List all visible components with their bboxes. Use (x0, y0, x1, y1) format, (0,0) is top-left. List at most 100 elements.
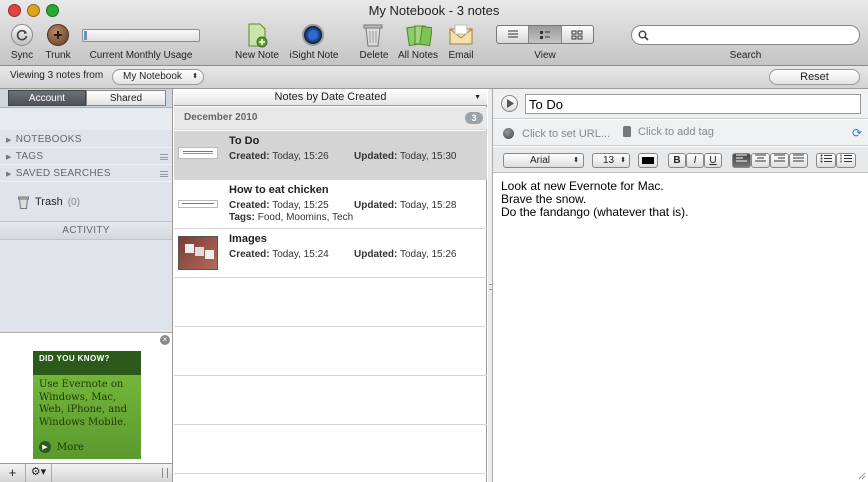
resize-grip-icon[interactable] (856, 470, 866, 480)
close-ad-icon[interactable]: × (160, 335, 170, 345)
add-button[interactable]: + (0, 464, 26, 482)
note-thumbnail (178, 200, 218, 208)
note-title-input[interactable] (525, 94, 861, 114)
font-size-selector[interactable]: 13 ⬍ (592, 153, 630, 168)
list-view-button[interactable] (497, 26, 530, 43)
created-label: Created: (229, 151, 270, 162)
drag-handle-icon[interactable] (160, 154, 168, 160)
align-center-icon (755, 154, 766, 162)
sync-icon (16, 29, 28, 41)
isight-note-button[interactable] (302, 24, 324, 46)
search-input[interactable] (652, 28, 852, 42)
chevron-down-icon: ▼ (474, 94, 481, 101)
note-created: Created: Today, 15:25 (229, 200, 329, 211)
delete-button[interactable] (363, 23, 383, 48)
close-window-button[interactable] (8, 4, 21, 17)
zoom-window-button[interactable] (46, 4, 59, 17)
updated-value: Today, 15:30 (399, 151, 457, 162)
tab-shared[interactable]: Shared (86, 90, 166, 106)
align-right-button[interactable] (770, 153, 789, 168)
viewing-label: Viewing 3 notes from (10, 70, 104, 81)
tag-icon (623, 126, 631, 137)
justify-icon (793, 154, 804, 162)
bullet-list-button[interactable] (816, 153, 836, 168)
trunk-button[interactable] (47, 24, 69, 46)
note-body[interactable]: Look at new Evernote for Mac. Brave the … (501, 180, 861, 219)
section-label: NOTEBOOKS (15, 134, 82, 145)
underline-button[interactable]: U (704, 153, 722, 168)
minimize-window-button[interactable] (27, 4, 40, 17)
note-row-how-to-eat-chicken[interactable]: How to eat chicken Created: Today, 15:25… (174, 180, 487, 229)
usage-bar (82, 29, 200, 42)
text-color-button[interactable] (638, 153, 658, 168)
disclosure-triangle-icon: ▶ (6, 137, 12, 144)
disclosure-triangle-icon: ▶ (6, 171, 12, 178)
plus-icon (54, 31, 62, 39)
expand-note-button[interactable] (501, 95, 518, 112)
tags-value: Food, Moomins, Tech (257, 212, 354, 223)
justify-button[interactable] (789, 153, 808, 168)
format-toolbar: Arial ⬍ 13 ⬍ B I U (493, 147, 868, 173)
notebook-selector[interactable]: My Notebook ⬍ (112, 69, 204, 85)
isight-note-label: iSight Note (289, 50, 339, 61)
sidebar-section-saved-searches[interactable]: ▶ SAVED SEARCHES (0, 165, 172, 182)
splitter-grip-icon (489, 284, 492, 290)
view-segmented-control (496, 25, 594, 44)
bullet-list-icon (820, 154, 832, 163)
activity-header[interactable]: ACTIVITY (0, 221, 172, 240)
note-row-images[interactable]: Images Created: Today, 15:24 Updated: To… (174, 229, 487, 278)
sort-selector[interactable]: Notes by Date Created ▼ (174, 89, 487, 106)
sidebar-section-notebooks[interactable]: ▶ NOTEBOOKS (0, 131, 172, 148)
note-created: Created: Today, 15:24 (229, 249, 329, 260)
bold-button[interactable]: B (668, 153, 686, 168)
drag-handle-icon[interactable] (160, 171, 168, 177)
note-body-line: Do the fandango (whatever that is). (501, 205, 689, 219)
created-label: Created: (229, 200, 270, 211)
ad-banner[interactable]: DID YOU KNOW? Use Evernote on Windows, M… (33, 351, 141, 459)
new-note-icon (248, 23, 268, 48)
italic-button[interactable]: I (686, 153, 704, 168)
globe-icon (503, 128, 514, 139)
tab-account[interactable]: Account (8, 90, 86, 106)
new-note-button[interactable] (246, 23, 268, 48)
font-selector[interactable]: Arial ⬍ (503, 153, 584, 168)
group-label: December 2010 (184, 112, 258, 123)
updown-chevron-icon: ⬍ (192, 73, 198, 80)
sidebar-item-trash[interactable]: Trash (0) (18, 194, 158, 210)
ad-more-link[interactable]: ▶ More (39, 441, 84, 453)
align-right-icon (774, 154, 785, 162)
align-left-button[interactable] (732, 153, 751, 168)
all-notes-button[interactable] (406, 23, 432, 48)
sync-button[interactable] (11, 24, 33, 46)
email-button[interactable] (449, 24, 473, 46)
sidebar-spacer (0, 108, 172, 130)
numbered-list-button[interactable] (836, 153, 856, 168)
search-field[interactable] (631, 25, 860, 45)
empty-row (174, 376, 487, 425)
snippet-view-button[interactable] (529, 26, 562, 43)
note-editor: Click to set URL... Click to add tag ⟳ A… (493, 89, 868, 482)
created-value: Today, 15:25 (272, 200, 329, 211)
thumbnail-view-button[interactable] (562, 26, 593, 43)
url-field[interactable]: Click to set URL... (522, 128, 610, 140)
refresh-icon[interactable]: ⟳ (852, 126, 862, 140)
group-count-badge: 3 (465, 112, 483, 124)
ad-more-label: More (57, 441, 84, 453)
color-swatch-icon (642, 157, 654, 164)
sidebar-section-tags[interactable]: ▶ TAGS (0, 148, 172, 165)
numbered-list-icon (840, 154, 852, 163)
sort-label: Notes by Date Created (274, 91, 387, 103)
filter-bar: Viewing 3 notes from My Notebook ⬍ Reset (0, 66, 868, 89)
usage-label: Current Monthly Usage (89, 50, 193, 61)
align-center-button[interactable] (751, 153, 770, 168)
reset-button[interactable]: Reset (769, 69, 860, 85)
resize-handle-icon[interactable] (162, 468, 168, 478)
trunk-label: Trunk (45, 50, 71, 61)
tag-field[interactable]: Click to add tag (638, 126, 714, 138)
delete-label: Delete (359, 50, 389, 61)
note-row-to-do[interactable]: To Do Created: Today, 15:26 Updated: Tod… (174, 131, 487, 180)
plus-icon: + (8, 465, 17, 480)
actions-menu-button[interactable]: ⚙▾ (26, 464, 52, 482)
all-notes-label: All Notes (397, 50, 438, 61)
play-triangle-icon (507, 99, 514, 108)
